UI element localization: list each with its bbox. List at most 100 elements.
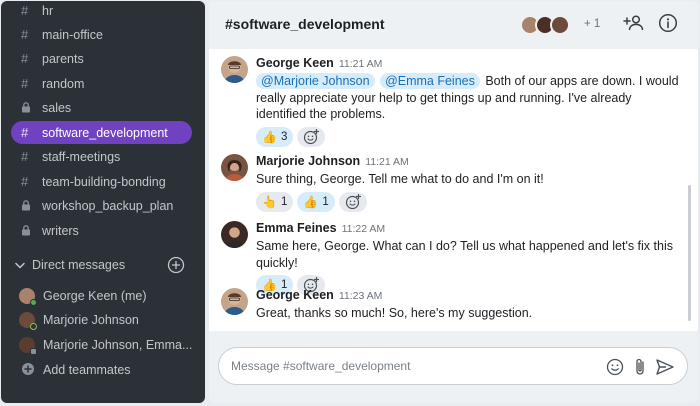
avatar <box>19 337 37 355</box>
avatar <box>221 221 248 248</box>
message-author[interactable]: George Keen <box>256 288 334 302</box>
avatar <box>221 288 248 315</box>
sidebar-channel-staff-meetings[interactable]: # staff-meetings <box>11 145 192 168</box>
message-time: 11:23 AM <box>338 290 383 302</box>
add-icon <box>21 362 35 379</box>
reaction-count: 1 <box>322 195 329 208</box>
add-reaction-button[interactable] <box>338 191 367 212</box>
channel-label: main-office <box>42 27 103 42</box>
add-member-button[interactable] <box>623 14 645 36</box>
hash-icon: # <box>21 3 29 18</box>
message-time: 11:22 AM <box>341 223 386 235</box>
add-reaction-button[interactable] <box>297 126 326 147</box>
emoji-button[interactable] <box>604 356 626 378</box>
chat-app: # hr # main-office # parents # random sales … <box>0 0 700 406</box>
attach-button[interactable] <box>629 356 651 378</box>
dm-item-group[interactable]: Marjorie Johnson, Emma... <box>19 334 192 356</box>
channel-label: workshop_backup_plan <box>42 198 174 213</box>
thumbs-up-icon: 👍 <box>262 129 277 144</box>
message-author[interactable]: Emma Feines <box>256 221 337 235</box>
message-body: Marjorie Johnson 11:21 AM Sure thing, Geo… <box>256 154 681 212</box>
message-composer <box>218 347 688 385</box>
add-direct-message-icon[interactable] <box>167 256 185 274</box>
sidebar-channel-writers[interactable]: writers <box>11 219 192 242</box>
hash-icon: # <box>21 174 29 189</box>
avatar <box>19 288 37 306</box>
add-person-icon <box>623 14 645 37</box>
lock-icon <box>11 102 33 113</box>
hash-icon: # <box>21 125 29 140</box>
message-text: Same here, George. What can I do? Tell u… <box>256 239 673 270</box>
message-text: Sure thing, George. Tell me what to do a… <box>256 172 544 186</box>
scrollbar[interactable] <box>688 185 691 321</box>
reaction-chip[interactable]: 👍 3 <box>256 126 294 147</box>
channel-label: team-building-bonding <box>42 174 166 189</box>
paperclip-icon <box>636 358 644 375</box>
send-button[interactable] <box>654 356 676 378</box>
reactions-row: 👍 3 <box>256 126 681 147</box>
mention-chip[interactable]: @Emma Feines <box>380 73 480 89</box>
message-body: George Keen 11:21 AM @Marjorie Johnson @E… <box>256 56 681 147</box>
lock-icon <box>11 200 33 211</box>
dm-label: Marjorie Johnson, Emma... <box>43 338 193 352</box>
dm-item-marjorie-johnson[interactable]: Marjorie Johnson <box>19 309 139 331</box>
member-count[interactable]: + 1 <box>584 18 600 30</box>
message-time: 11:21 AM <box>365 156 409 168</box>
conversation-panel: #software_development + 1 George Keen 11… <box>209 1 698 403</box>
reaction-chip[interactable]: 👆 1 <box>256 191 294 212</box>
page-title: #software_development <box>225 16 385 32</box>
direct-messages-label: Direct messages <box>32 258 126 272</box>
message-body: George Keen 11:23 AM Great, thanks so muc… <box>256 288 681 322</box>
channel-label: parents <box>42 51 84 66</box>
message-input[interactable] <box>231 357 591 375</box>
lock-icon <box>11 225 33 236</box>
reaction-count: 3 <box>280 130 288 143</box>
mention-chip[interactable]: @Marjorie Johnson <box>256 73 375 89</box>
message-body: Emma Feines 11:22 AM Same here, George. W… <box>256 221 681 295</box>
online-status-dot <box>30 299 37 306</box>
hash-icon: # <box>21 27 29 42</box>
avatar <box>221 56 248 83</box>
chevron-down-icon <box>15 262 29 269</box>
sidebar-channel-parents[interactable]: # parents <box>11 47 192 70</box>
thumbs-up-icon: 👍 <box>303 194 319 209</box>
emoji-icon <box>606 358 624 376</box>
sidebar-channel-sales[interactable]: sales <box>11 96 192 119</box>
sidebar-channel-workshop-backup-plan[interactable]: workshop_backup_plan <box>11 194 192 217</box>
channel-label: sales <box>42 100 72 115</box>
message-author[interactable]: George Keen <box>256 56 334 70</box>
sidebar-channel-software-development[interactable]: # software_development <box>11 121 192 144</box>
add-teammates-button[interactable]: Add teammates <box>21 360 131 380</box>
message-list: George Keen 11:21 AM @Marjorie Johnson @E… <box>209 49 698 331</box>
sidebar-channel-hr[interactable]: # hr <box>11 1 192 22</box>
channel-info-button[interactable] <box>657 13 679 38</box>
channel-label: staff-meetings <box>42 149 121 164</box>
avatar <box>221 154 248 181</box>
hash-icon: # <box>21 76 29 91</box>
pointing-up-icon: 👆 <box>262 194 277 209</box>
dm-label: George Keen (me) <box>43 289 147 303</box>
member-avatars[interactable] <box>520 15 570 35</box>
group-badge <box>30 348 37 355</box>
direct-messages-header[interactable]: Direct messages <box>15 255 185 275</box>
sidebar-channel-main-office[interactable]: # main-office <box>11 23 192 46</box>
sidebar: # hr # main-office # parents # random sales … <box>1 1 205 403</box>
reaction-count: 1 <box>280 195 288 208</box>
sidebar-channel-team-building-bonding[interactable]: # team-building-bonding <box>11 170 192 193</box>
dm-item-george-keen[interactable]: George Keen (me) <box>19 285 147 307</box>
message-time: 11:21 AM <box>338 58 383 70</box>
message-author[interactable]: Marjorie Johnson <box>256 154 360 168</box>
reaction-chip[interactable]: 👍 1 <box>297 191 335 212</box>
hash-icon: # <box>21 149 29 164</box>
send-icon <box>656 359 674 375</box>
add-reaction-icon <box>345 193 361 209</box>
info-icon <box>658 13 678 38</box>
add-teammates-label: Add teammates <box>43 363 131 377</box>
composer-area <box>209 331 698 403</box>
dm-label: Marjorie Johnson <box>43 313 139 327</box>
channel-label: random <box>42 76 85 91</box>
sidebar-channel-random[interactable]: # random <box>11 72 192 95</box>
avatar <box>19 312 37 330</box>
channel-label: writers <box>42 223 79 238</box>
hash-icon: # <box>21 51 29 66</box>
